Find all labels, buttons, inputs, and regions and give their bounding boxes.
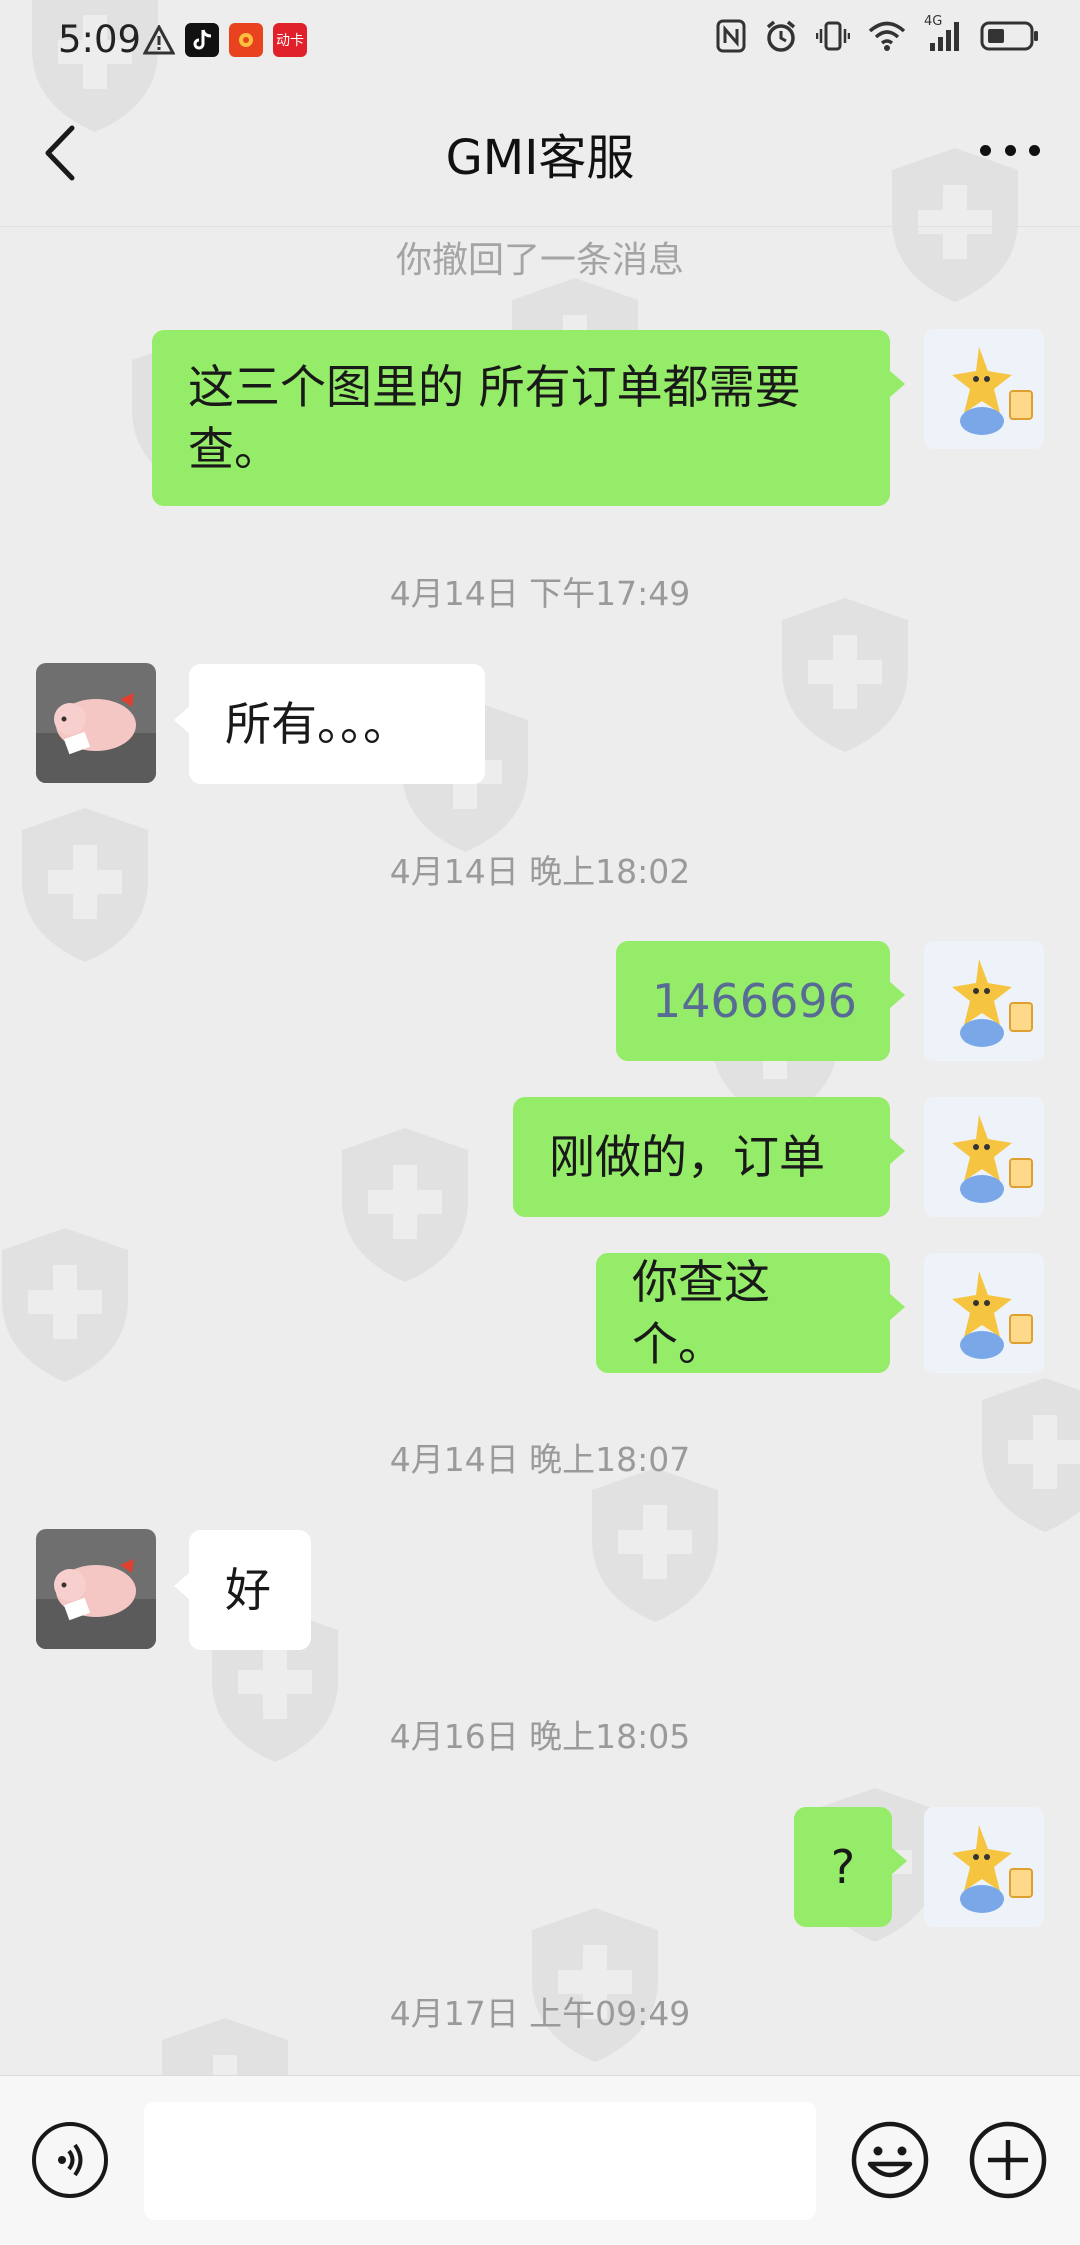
warning-icon [143, 22, 175, 58]
message-bubble-sent[interactable]: 你查这个。 [596, 1253, 905, 1373]
my-avatar[interactable] [924, 1253, 1044, 1373]
message-bubble-received[interactable]: 所有。。。 [174, 664, 485, 784]
alarm-icon [764, 18, 798, 54]
battery-icon [980, 18, 1040, 54]
more-options-button[interactable] [980, 130, 1040, 170]
app-badge-icon: 动卡 [273, 23, 307, 57]
wifi-icon [868, 18, 906, 54]
message-bubble-received[interactable]: 好 [174, 1530, 311, 1650]
timestamp: 4月14日 下午17:49 [389, 574, 691, 613]
more-dot [1029, 144, 1040, 156]
status-time: 5:09 [58, 18, 142, 61]
my-avatar[interactable] [924, 941, 1044, 1061]
message-bubble-sent[interactable]: 这三个图里的 所有订单都需要查。 [152, 330, 905, 506]
tiktok-icon [185, 23, 219, 57]
timestamp: 4月16日 晚上18:05 [389, 1717, 691, 1756]
network-label: 4G [924, 14, 943, 29]
more-dot [980, 144, 991, 156]
my-avatar[interactable] [924, 329, 1044, 449]
more-dot [1004, 144, 1016, 156]
contact-avatar[interactable] [36, 663, 156, 783]
voice-icon [58, 2143, 83, 2177]
status-left-icons: 动卡 [143, 22, 307, 58]
nfc-icon [716, 18, 746, 54]
vibrate-icon [816, 18, 850, 54]
status-right-icons: 4G [716, 14, 1040, 54]
more-functions-button[interactable] [968, 2120, 1048, 2200]
contact-avatar[interactable] [36, 1529, 156, 1649]
input-bar [0, 2075, 1080, 2245]
smiley-icon [851, 2121, 929, 2199]
my-avatar[interactable] [924, 1097, 1044, 1217]
timestamp: 4月17日 上午09:49 [389, 1994, 691, 2033]
voice-input-button[interactable] [32, 2122, 108, 2198]
emoji-button[interactable] [850, 2120, 930, 2200]
chat-header: GMI客服 [0, 80, 1080, 227]
message-bubble-sent[interactable]: 刚做的，订单 [513, 1097, 905, 1217]
recall-notice: 你撤回了一条消息 [395, 240, 684, 281]
message-input[interactable] [144, 2102, 816, 2220]
signal-4g-icon: 4G [924, 14, 962, 54]
timestamp: 4月14日 晚上18:07 [389, 1440, 691, 1479]
chat-messages[interactable]: 你撤回了一条消息 这三个图里的 所有订单都需要查。 4月14日 下午17:49 … [0, 227, 1080, 2075]
my-avatar[interactable] [924, 1807, 1044, 1927]
chat-title: GMI客服 [445, 130, 635, 186]
timestamp: 4月14日 晚上18:02 [389, 852, 691, 891]
red-envelope-icon [229, 23, 263, 57]
message-bubble-sent[interactable]: ? [794, 1807, 907, 1927]
plus-icon [969, 2121, 1047, 2199]
message-bubble-sent-link[interactable]: 1466696 [616, 941, 905, 1061]
status-bar: 5:09 动卡 4G [0, 0, 1080, 80]
